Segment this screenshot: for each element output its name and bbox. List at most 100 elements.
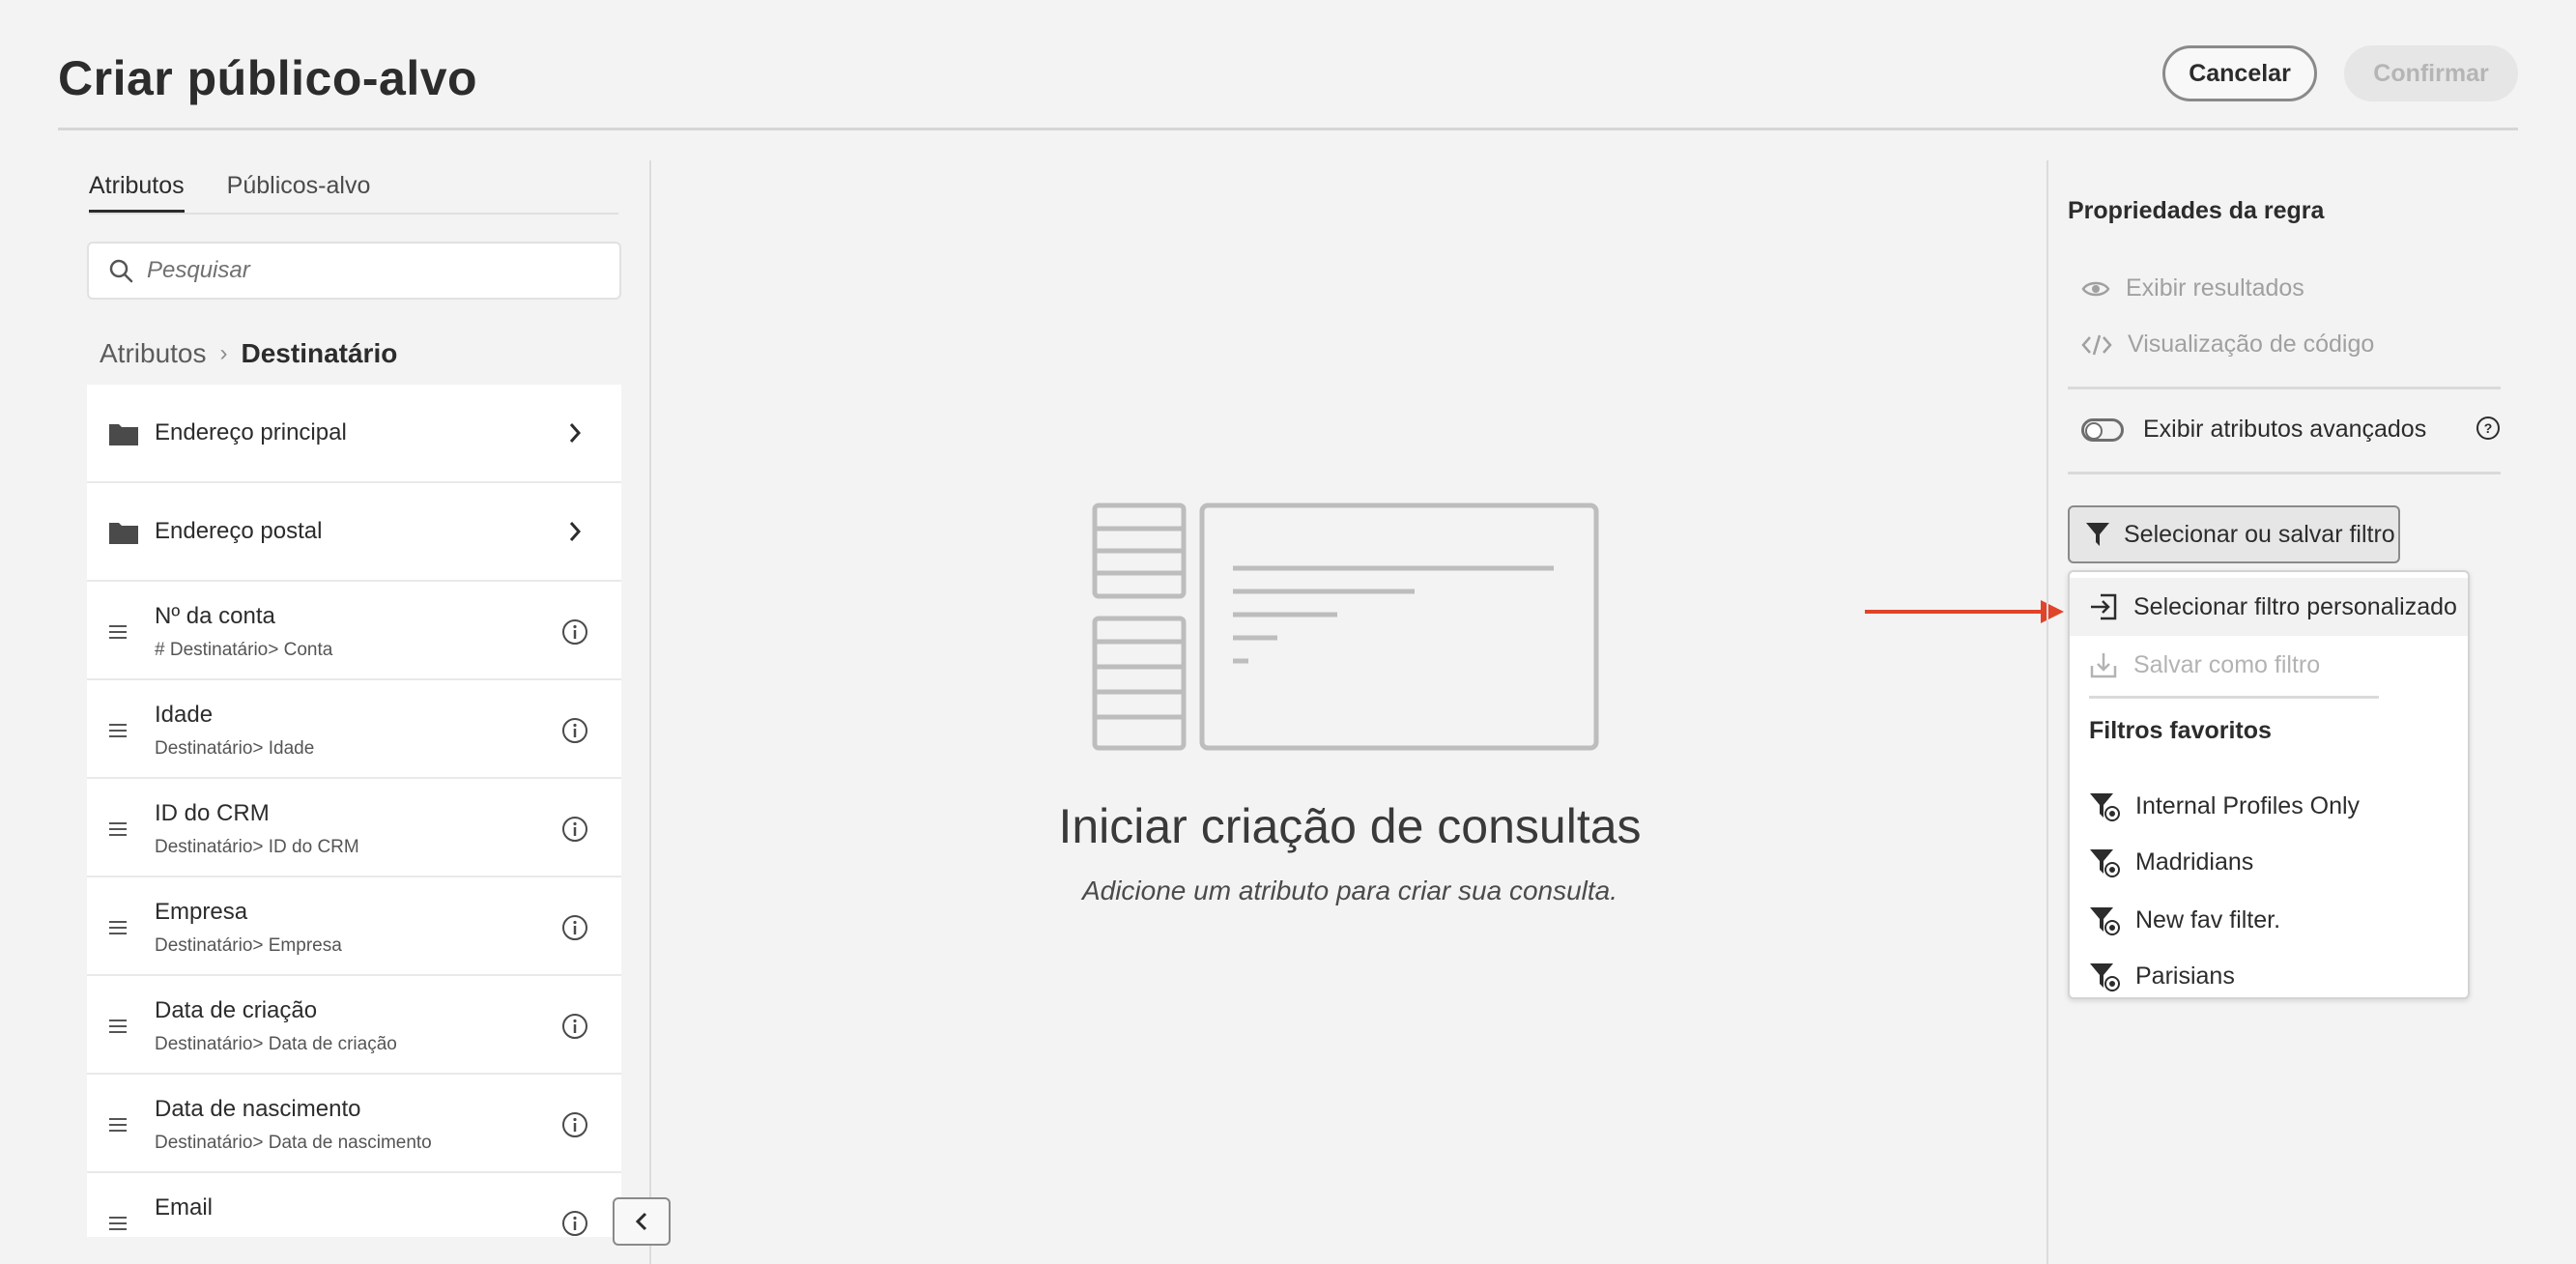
rule-properties-title: Propriedades da regra <box>2068 197 2325 224</box>
favorite-filter-label: New fav filter. <box>2135 905 2281 934</box>
chevron-left-icon <box>635 1212 647 1231</box>
folder-label: Endereço postal <box>155 518 323 544</box>
attribute-row[interactable]: Data de criação Destinatário> Data de cr… <box>87 976 621 1075</box>
chevron-right-icon <box>569 522 582 541</box>
folder-label: Endereço principal <box>155 419 347 445</box>
breadcrumb-separator: › <box>219 340 228 366</box>
attribute-name: Empresa <box>155 899 248 925</box>
drag-handle-icon[interactable] <box>108 1216 128 1231</box>
tabs-divider <box>89 213 618 215</box>
search-input[interactable] <box>147 257 591 284</box>
attribute-row[interactable]: Empresa Destinatário> Empresa <box>87 877 621 976</box>
attribute-name: Data de criação <box>155 997 318 1023</box>
divider <box>2068 387 2501 389</box>
attributes-panel: Atributos Públicos-alvo Atributos › Dest… <box>58 160 651 1264</box>
attribute-name: Idade <box>155 702 214 728</box>
menu-item-label: Selecionar filtro personalizado <box>2133 592 2457 620</box>
attribute-row[interactable]: Email <box>87 1173 621 1237</box>
attribute-name: ID do CRM <box>155 800 270 826</box>
attribute-path: Destinatário> Idade <box>155 738 315 759</box>
attribute-path: # Destinatário> Conta <box>155 640 333 660</box>
breadcrumb-current: Destinatário <box>241 338 398 368</box>
attribute-path: Destinatário> ID do CRM <box>155 837 359 857</box>
eye-icon <box>2081 281 2110 296</box>
attribute-list: Endereço principal Endereço postal Nº da… <box>87 385 621 1237</box>
empty-query-illustration <box>1092 503 1599 751</box>
panel-tabs: Atributos Públicos-alvo <box>89 172 370 213</box>
search-icon <box>109 259 133 283</box>
favorite-filter-icon <box>2090 793 2120 821</box>
attribute-row[interactable]: Idade Destinatário> Idade <box>87 680 621 779</box>
advanced-attributes-toggle[interactable] <box>2081 417 2124 442</box>
menu-item-label: Salvar como filtro <box>2133 650 2321 678</box>
favorite-filter-item[interactable]: New fav filter. <box>2070 891 2468 949</box>
filter-icon <box>2086 523 2109 546</box>
folder-row-postal-address[interactable]: Endereço postal <box>87 483 621 582</box>
cancel-button[interactable]: Cancelar <box>2162 45 2317 101</box>
attribute-name: Nº da conta <box>155 603 275 629</box>
breadcrumb: Atributos › Destinatário <box>100 338 397 369</box>
header: Criar público-alvo Cancelar Confirmar <box>58 0 2518 130</box>
drag-handle-icon[interactable] <box>108 1019 128 1034</box>
menu-item-select-custom-filter[interactable]: Selecionar filtro personalizado <box>2070 578 2468 636</box>
favorite-filter-item[interactable]: Internal Profiles Only <box>2070 777 2468 835</box>
filter-dropdown-menu: Selecionar filtro personalizado Salvar c… <box>2068 570 2470 999</box>
callout-arrow-icon <box>1865 600 2064 623</box>
favorite-filter-icon <box>2090 963 2120 991</box>
select-or-save-filter-button[interactable]: Selecionar ou salvar filtro <box>2068 505 2400 563</box>
drag-handle-icon[interactable] <box>108 821 128 837</box>
confirm-button[interactable]: Confirmar <box>2344 45 2518 101</box>
help-icon[interactable]: ? <box>2476 416 2501 441</box>
code-preview-button[interactable]: Visualização de código <box>2081 330 2374 359</box>
drag-handle-icon[interactable] <box>108 920 128 935</box>
attribute-path: Destinatário> Data de criação <box>155 1034 397 1054</box>
attribute-row[interactable]: ID do CRM Destinatário> ID do CRM <box>87 779 621 877</box>
attribute-name: Email <box>155 1194 214 1221</box>
search-box[interactable] <box>87 242 621 300</box>
drag-handle-icon[interactable] <box>108 723 128 738</box>
folder-icon <box>109 424 138 445</box>
folder-row-main-address[interactable]: Endereço principal <box>87 385 621 483</box>
info-icon[interactable] <box>561 618 588 646</box>
folder-icon <box>109 523 138 544</box>
favorite-filter-icon <box>2090 849 2120 877</box>
info-icon[interactable] <box>561 1013 588 1040</box>
attribute-name: Data de nascimento <box>155 1096 361 1122</box>
save-download-icon <box>2090 653 2117 678</box>
code-preview-label: Visualização de código <box>2128 330 2375 358</box>
chevron-right-icon <box>569 423 582 443</box>
favorites-section-header: Filtros favoritos <box>2089 717 2272 744</box>
advanced-attributes-row: Exibir atributos avançados ? <box>2081 416 2501 444</box>
favorite-filter-label: Internal Profiles Only <box>2135 791 2361 819</box>
empty-state-title: Iniciar criação de consultas <box>1058 799 1642 853</box>
empty-state-subtitle: Adicione um atributo para criar sua cons… <box>1081 876 1618 905</box>
query-canvas: Iniciar criação de consultas Adicione um… <box>651 160 2048 1264</box>
page-title: Criar público-alvo <box>58 51 478 105</box>
info-icon[interactable] <box>561 914 588 941</box>
attribute-path: Destinatário> Empresa <box>155 935 342 956</box>
import-icon <box>2091 593 2117 620</box>
favorite-filter-item[interactable]: Madridians <box>2070 833 2468 891</box>
info-icon[interactable] <box>561 1111 588 1138</box>
menu-item-save-as-filter[interactable]: Salvar como filtro <box>2070 636 2468 694</box>
advanced-attributes-label: Exibir atributos avançados <box>2143 416 2427 443</box>
favorite-filter-label: Madridians <box>2135 847 2254 876</box>
favorite-filter-label: Parisians <box>2135 962 2235 990</box>
favorite-filter-icon <box>2090 907 2120 935</box>
tab-audiences[interactable]: Públicos-alvo <box>227 172 371 213</box>
attribute-row[interactable]: Nº da conta # Destinatário> Conta <box>87 582 621 680</box>
favorite-filter-item[interactable]: Parisians <box>2070 947 2468 1005</box>
info-icon[interactable] <box>561 816 588 843</box>
filter-button-label: Selecionar ou salvar filtro <box>2124 520 2395 548</box>
drag-handle-icon[interactable] <box>108 1117 128 1133</box>
divider <box>2068 472 2501 474</box>
view-results-button[interactable]: Exibir resultados <box>2081 274 2304 302</box>
info-icon[interactable] <box>561 1210 588 1237</box>
info-icon[interactable] <box>561 717 588 744</box>
menu-divider <box>2089 696 2379 699</box>
drag-handle-icon[interactable] <box>108 624 128 640</box>
tab-attributes[interactable]: Atributos <box>89 172 185 213</box>
breadcrumb-parent[interactable]: Atributos <box>100 338 207 369</box>
attribute-row[interactable]: Data de nascimento Destinatário> Data de… <box>87 1075 621 1173</box>
svg-text:?: ? <box>2484 420 2493 436</box>
